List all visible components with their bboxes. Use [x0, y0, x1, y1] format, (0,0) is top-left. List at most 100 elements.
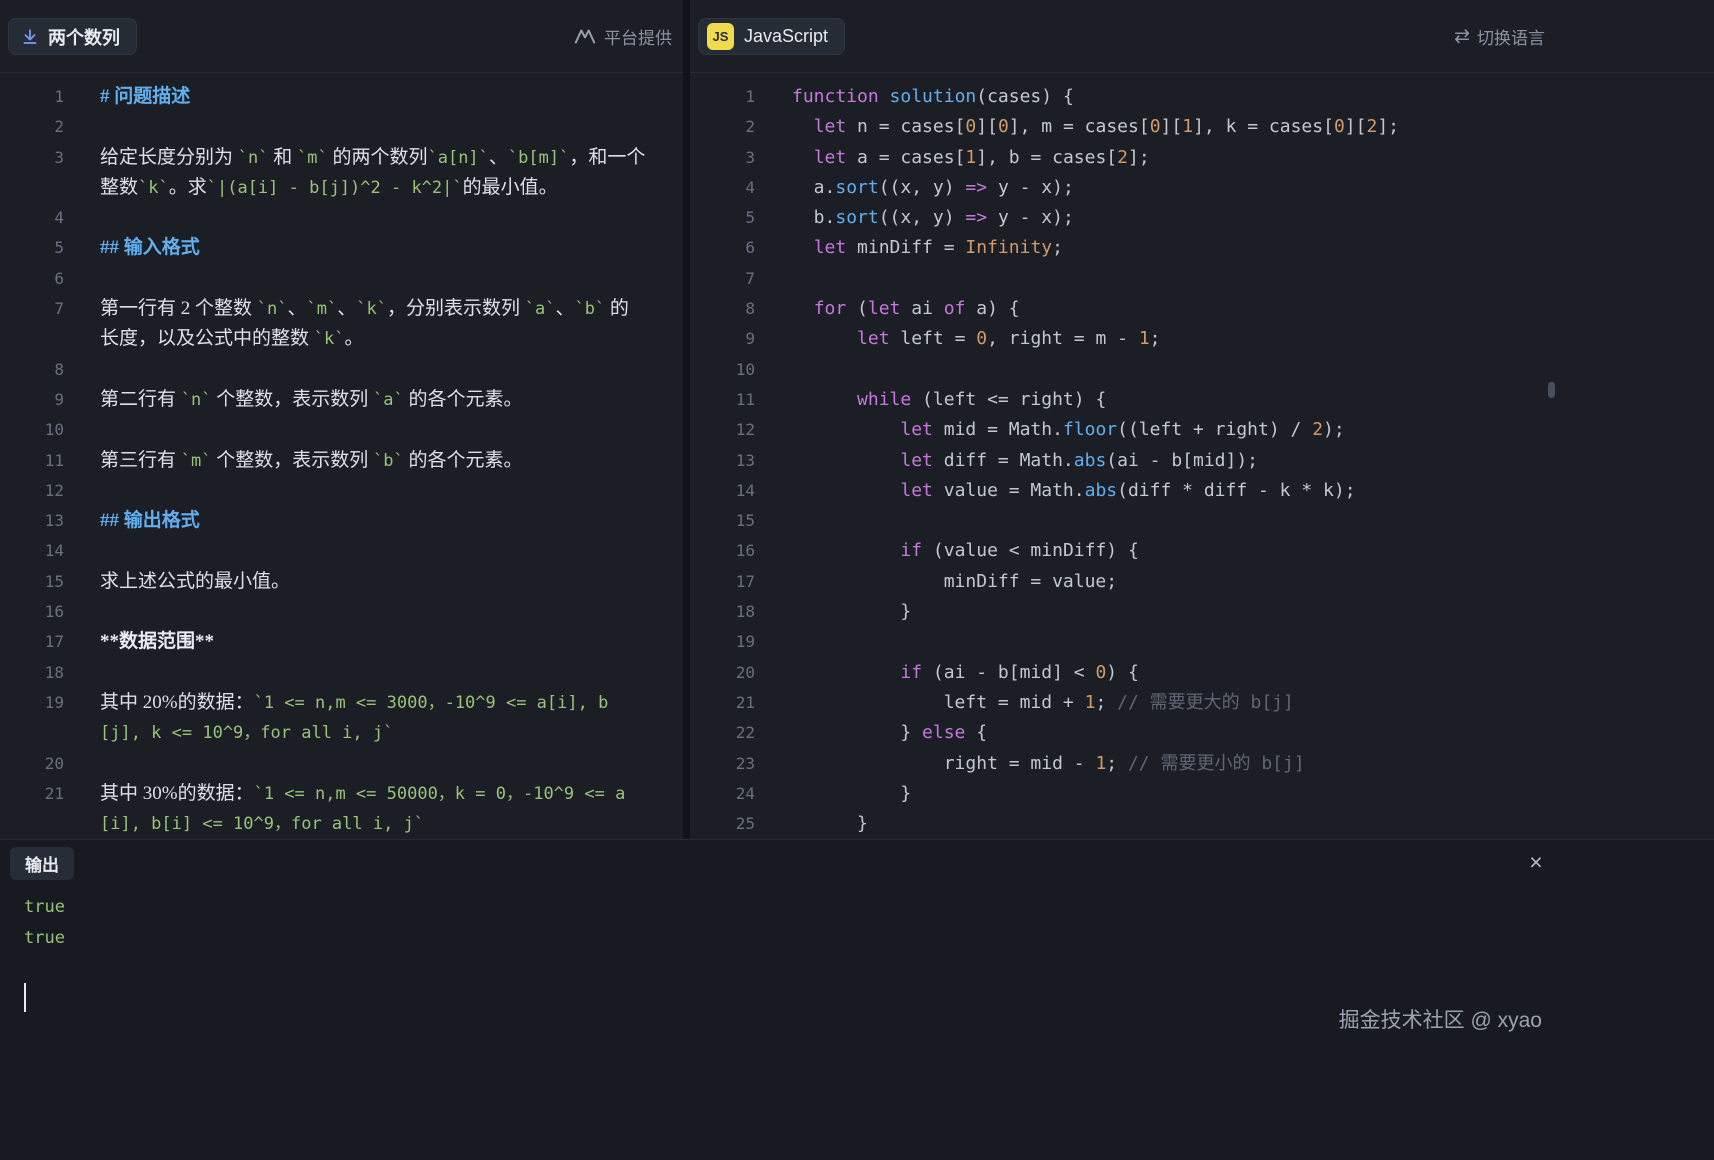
markdown-line: 3给定长度分别为 `n` 和 `m` 的两个数列`a[n]`、`b[m]`，和一…: [0, 143, 683, 173]
panel-divider[interactable]: [683, 0, 690, 839]
code-line: 24 }: [690, 779, 1714, 809]
console-output-line: true: [24, 892, 65, 923]
line-content: for (let ai of a) {: [755, 294, 1020, 324]
line-number: 17: [0, 627, 64, 657]
line-number: 2: [0, 112, 64, 142]
line-number: 2: [690, 112, 755, 142]
line-content: [755, 627, 792, 657]
language-label: JavaScript: [744, 26, 828, 47]
code-line: 18 }: [690, 597, 1714, 627]
scrollbar-thumb[interactable]: [1548, 382, 1555, 398]
javascript-logo-icon: JS: [707, 23, 734, 50]
code-panel: JS JavaScript ⇄ 切换语言 1function solution(…: [690, 0, 1714, 839]
markdown-line: 21其中 30%的数据：`1 <= n,m <= 50000，k = 0，-10…: [0, 779, 683, 809]
line-content: }: [755, 809, 868, 839]
line-number: 3: [0, 143, 64, 173]
line-content: 求上述公式的最小值。: [64, 567, 290, 597]
markdown-line: 长度，以及公式中的整数 `k`。: [0, 324, 683, 354]
console-cursor: [24, 983, 26, 1012]
line-content: b.sort((x, y) => y - x);: [755, 203, 1074, 233]
line-content: 其中 20%的数据：`1 <= n,m <= 3000，-10^9 <= a[i…: [64, 688, 608, 718]
markdown-line: 2: [0, 112, 683, 142]
line-number: 18: [690, 597, 755, 627]
line-number: [0, 809, 64, 839]
line-number: 19: [0, 688, 64, 718]
console-output: truetrue: [24, 892, 65, 954]
line-number: 15: [0, 567, 64, 597]
code-line: 2 let n = cases[0][0], m = cases[0][1], …: [690, 112, 1714, 142]
problem-title: 两个数列: [48, 24, 120, 50]
line-content: [755, 264, 792, 294]
markdown-line: 6: [0, 264, 683, 294]
line-content: 第一行有 2 个整数 `n`、`m`、`k`，分别表示数列 `a`、`b` 的: [64, 294, 629, 324]
line-number: 20: [0, 749, 64, 779]
code-line: 7: [690, 264, 1714, 294]
line-number: 6: [690, 233, 755, 263]
line-content: let diff = Math.abs(ai - b[mid]);: [755, 446, 1258, 476]
line-content: [64, 264, 100, 294]
line-number: 22: [690, 718, 755, 748]
console-output-line: true: [24, 923, 65, 954]
line-number: 7: [0, 294, 64, 324]
code-line: 16 if (value < minDiff) {: [690, 536, 1714, 566]
line-content: [64, 203, 100, 233]
line-number: 9: [0, 385, 64, 415]
line-number: 12: [0, 476, 64, 506]
code-line: 20 if (ai - b[mid] < 0) {: [690, 658, 1714, 688]
download-icon: [21, 28, 39, 46]
code-line: 14 let value = Math.abs(diff * diff - k …: [690, 476, 1714, 506]
line-content: [755, 355, 792, 385]
line-content: while (left <= right) {: [755, 385, 1106, 415]
markdown-content[interactable]: 1# 问题描述23给定长度分别为 `n` 和 `m` 的两个数列`a[n]`、`…: [0, 73, 683, 839]
line-number: 7: [690, 264, 755, 294]
watermark: 掘金技术社区 @ xyao: [1339, 1004, 1542, 1034]
markdown-line: 7第一行有 2 个整数 `n`、`m`、`k`，分别表示数列 `a`、`b` 的: [0, 294, 683, 324]
line-number: 16: [690, 536, 755, 566]
line-number: 18: [0, 658, 64, 688]
line-content: let mid = Math.floor((left + right) / 2)…: [755, 415, 1345, 445]
markdown-line: 19其中 20%的数据：`1 <= n,m <= 3000，-10^9 <= a…: [0, 688, 683, 718]
markdown-line: 14: [0, 536, 683, 566]
line-content: function solution(cases) {: [755, 82, 1074, 112]
line-number: 13: [0, 506, 64, 536]
line-content: 其中 30%的数据：`1 <= n,m <= 50000，k = 0，-10^9…: [64, 779, 625, 809]
line-content: a.sort((x, y) => y - x);: [755, 173, 1074, 203]
switch-language-button[interactable]: ⇄ 切换语言: [1454, 0, 1545, 72]
line-number: 17: [690, 567, 755, 597]
line-number: 6: [0, 264, 64, 294]
line-number: 5: [0, 233, 64, 263]
problem-panel: 两个数列 平台提供 1# 问题描述23给定长度分别为 `n` 和 `m` 的两个…: [0, 0, 683, 839]
line-content: [64, 112, 100, 142]
line-number: 21: [0, 779, 64, 809]
app-root: 两个数列 平台提供 1# 问题描述23给定长度分别为 `n` 和 `m` 的两个…: [0, 0, 1714, 1160]
close-console-icon[interactable]: ×: [1522, 848, 1550, 876]
line-number: 5: [690, 203, 755, 233]
line-number: 12: [690, 415, 755, 445]
line-number: 11: [690, 385, 755, 415]
code-line: 4 a.sort((x, y) => y - x);: [690, 173, 1714, 203]
markdown-line: 整数`k`。求`|(a[i] - b[j])^2 - k^2|`的最小值。: [0, 173, 683, 203]
swap-arrows-icon: ⇄: [1454, 27, 1470, 46]
line-number: 1: [690, 82, 755, 112]
code-line: 22 } else {: [690, 718, 1714, 748]
line-content: let n = cases[0][0], m = cases[0][1], k …: [755, 112, 1399, 142]
problem-title-button[interactable]: 两个数列: [8, 18, 137, 55]
line-content: let value = Math.abs(diff * diff - k * k…: [755, 476, 1356, 506]
output-tab[interactable]: 输出: [10, 847, 74, 880]
code-editor[interactable]: 1function solution(cases) {2 let n = cas…: [690, 73, 1714, 839]
code-line: 3 let a = cases[1], b = cases[2];: [690, 143, 1714, 173]
code-line: 12 let mid = Math.floor((left + right) /…: [690, 415, 1714, 445]
line-number: 10: [690, 355, 755, 385]
line-content: }: [755, 597, 911, 627]
markdown-line: 9第二行有 `n` 个整数，表示数列 `a` 的各个元素。: [0, 385, 683, 415]
line-content: [64, 597, 100, 627]
code-line: 25 }: [690, 809, 1714, 839]
code-line: 8 for (let ai of a) {: [690, 294, 1714, 324]
line-number: 21: [690, 688, 755, 718]
line-content: let minDiff = Infinity;: [755, 233, 1063, 263]
markdown-line: [i], b[i] <= 10^9，for all i, j`: [0, 809, 683, 839]
line-content: }: [755, 779, 911, 809]
language-button[interactable]: JS JavaScript: [698, 18, 845, 55]
output-console[interactable]: 输出 × truetrue 掘金技术社区 @ xyao: [0, 839, 1714, 1160]
line-content: **数据范围**: [64, 627, 214, 657]
